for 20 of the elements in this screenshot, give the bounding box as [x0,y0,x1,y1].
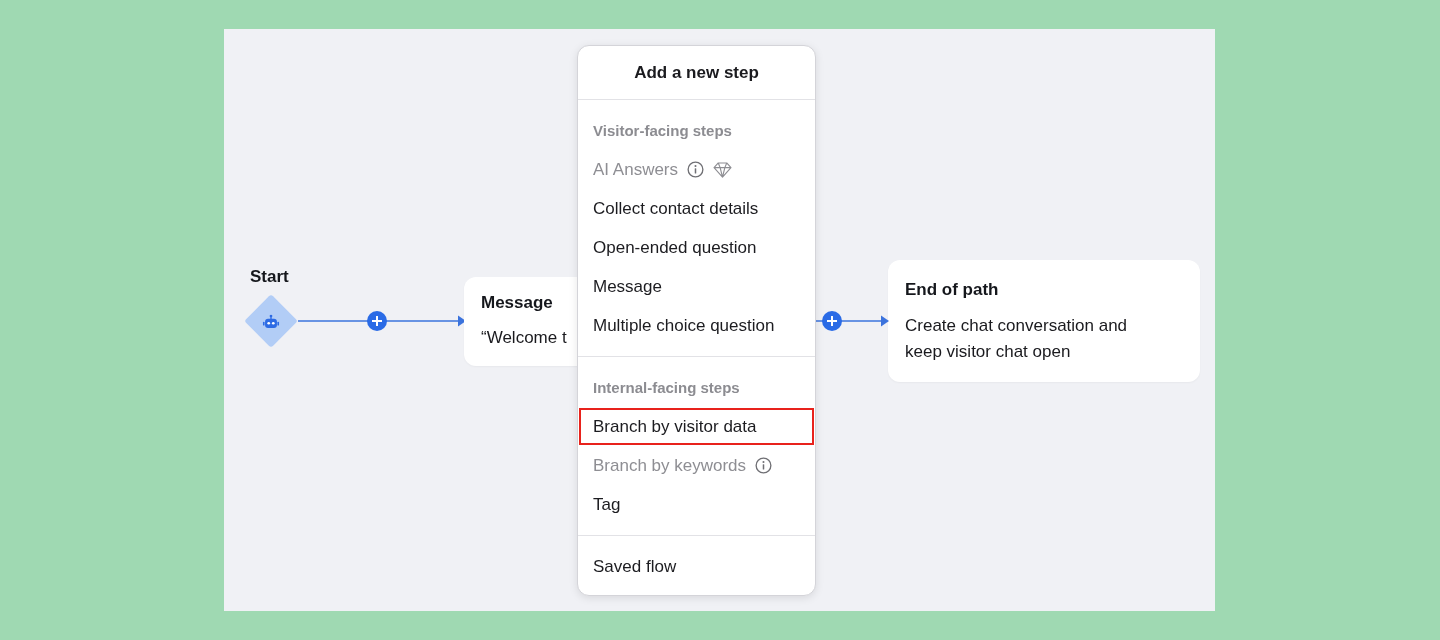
section-label: Internal-facing steps [592,378,741,398]
menu-item[interactable]: Message [578,267,815,306]
menu-item[interactable]: Open-ended question [578,228,815,267]
node-text: Create chat conversation and keep visitor chat open [905,315,1129,363]
plus-icon [372,316,382,326]
menu-title: Add a new step [634,62,759,83]
menu-item[interactable]: Tag [578,485,815,524]
menu-item[interactable]: Branch by visitor data [578,407,815,446]
add-step-button[interactable] [367,311,387,331]
menu-item[interactable]: Collect contact details [578,189,815,228]
start-label: Start [250,267,289,287]
node-text: “Welcome t [481,327,567,349]
add-step-button[interactable] [822,311,842,331]
menu-item[interactable]: Saved flow [578,547,815,586]
menu-item[interactable]: Multiple choice question [578,306,815,345]
section-label: Visitor-facing steps [592,121,733,141]
node-title: End of path [905,280,999,300]
node-title: Message [481,293,553,313]
robot-icon [262,313,280,329]
plus-icon [827,316,837,326]
